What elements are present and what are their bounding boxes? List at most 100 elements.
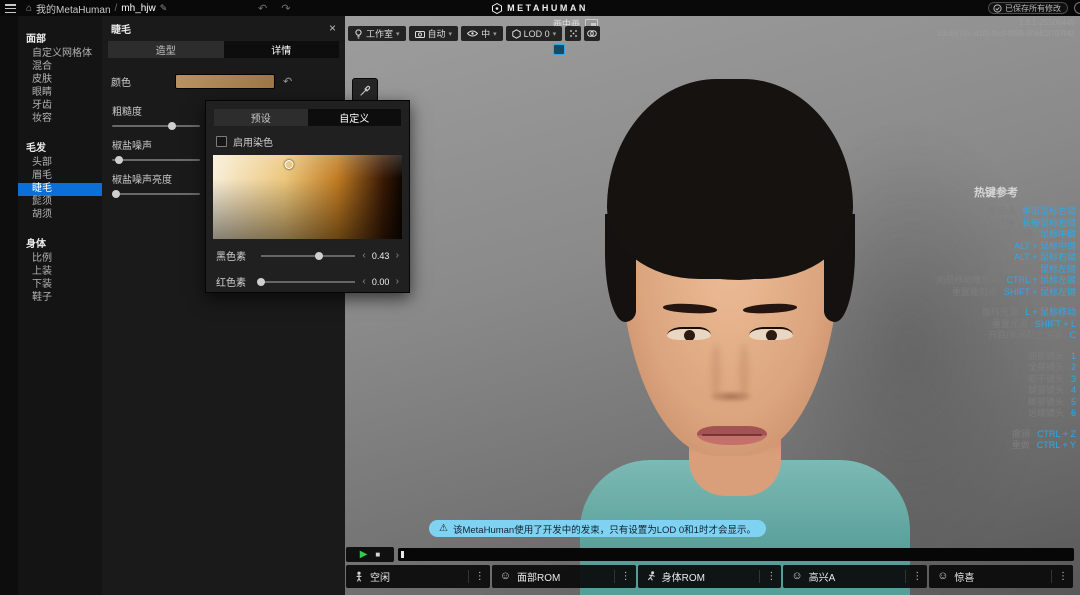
hotkey-row: 移动雕刻点鼠标左键 [841,264,1076,276]
corner-account-icon[interactable] [1074,2,1080,14]
play-button[interactable]: ▶ [360,550,368,560]
slider-handle[interactable] [115,156,123,164]
nostril-shading [708,390,754,403]
clip-surprise[interactable]: ☺ 惊喜 ⋮ [929,565,1073,588]
home-icon[interactable]: ⌂ [26,3,32,14]
redo-button[interactable]: ↷ [281,2,290,15]
hotkey-row: 躯干镜头3 [841,374,1076,386]
breadcrumb-root[interactable]: 我的MetaHuman [36,1,110,16]
close-icon[interactable]: × [329,23,336,33]
tab-custom[interactable]: 自定义 [308,109,402,126]
hotkey-value: L + 鼠标移动 [1025,307,1076,319]
person-icon [354,571,364,582]
panel-title: 睫毛 [111,21,329,36]
slider-track[interactable] [112,125,200,127]
picker-slider-handle[interactable] [315,252,323,260]
stepper-decrease-icon[interactable]: ‹ [362,276,365,287]
clip-menu-icon[interactable]: ⋮ [621,571,631,582]
clip-menu-icon[interactable]: ⋮ [475,571,485,582]
clip-face-rom[interactable]: ☺ 面部ROM ⋮ [492,565,636,588]
timeline-scrubber[interactable] [398,548,1074,561]
sidebar-item[interactable]: 胡须 [18,209,102,222]
hotkey-value: 5 [1071,397,1076,409]
clip-body-rom[interactable]: 身体ROM ⋮ [638,565,782,588]
breadcrumb-separator: / [115,3,118,14]
sculpt-tool-button[interactable] [565,26,581,41]
clip-menu-icon[interactable]: ⋮ [1058,571,1068,582]
playhead[interactable] [401,551,404,558]
lod-label: LOD 0 [524,29,550,39]
hotkey-value: 4 [1071,385,1076,397]
hotkey-label: 撤销 [1012,429,1030,441]
stop-button[interactable]: ■ [375,551,380,559]
build-id: 33c6670c-a1f5-fbcf-6f88-80a61f707f42 [937,28,1075,39]
quality-medium-button[interactable]: 中 ▾ [461,26,503,41]
color-reset-icon[interactable]: ↶ [283,75,292,88]
sidebar-item[interactable]: 髭须 [18,196,102,209]
enable-dye-row: 启用染色 [216,134,399,149]
clip-idle[interactable]: 空闲 ⋮ [346,565,490,588]
tab-presets[interactable]: 预设 [214,109,308,126]
slider-handle[interactable] [112,190,120,198]
sidebar-item[interactable]: 自定义网格体 [18,48,102,61]
tab-details[interactable]: 详情 [224,41,340,58]
clip-menu-icon[interactable]: ⋮ [766,571,776,582]
sidebar-item[interactable]: 妆容 [18,113,102,126]
sidebar-item[interactable]: 眉毛 [18,170,102,183]
rename-icon[interactable]: ✎ [160,3,168,14]
picker-slider-track[interactable] [261,255,355,257]
hotkey-row: 平移ALT + 鼠标中键 [841,241,1076,253]
stepper-decrease-icon[interactable]: ‹ [362,250,365,261]
sidebar-item[interactable]: 下装 [18,279,102,292]
gradient-cursor[interactable] [284,160,293,169]
picker-slider-track[interactable] [261,281,355,283]
sidebar-item[interactable]: 眼睛 [18,87,102,100]
stepper-value: 0.43 [370,251,392,261]
hotkey-label: 重置光源 [992,319,1028,331]
undo-button[interactable]: ↶ [258,2,267,15]
active-tool-indicator[interactable] [553,44,565,55]
sidebar-item[interactable]: 头部 [18,157,102,170]
sidebar-item[interactable]: 比例 [18,253,102,266]
sidebar-item[interactable]: 鞋子 [18,292,102,305]
hotkey-reference-panel: 热键参考 聚焦点单击鼠标右键环绕长按鼠标右键平移/环绕鼠标中键平移ALT + 鼠… [841,184,1076,461]
blend-tool-button[interactable] [584,26,600,41]
hotkey-value: 6 [1071,408,1076,420]
hotkey-row: 脚部镜头5 [841,397,1076,409]
chevron-down-icon: ▾ [449,30,453,38]
picker-slider-handle[interactable] [257,278,265,286]
color-gradient-area[interactable] [213,155,402,239]
lighting-studio-button[interactable]: 工作室 ▾ [348,26,406,41]
hamburger-menu-icon[interactable] [5,4,16,13]
divider [759,570,760,583]
slider-track[interactable] [112,159,200,161]
hotkey-row: 远端镜头6 [841,408,1076,420]
color-swatch[interactable] [175,74,275,89]
hotkey-group: 聚焦点单击鼠标右键环绕长按鼠标右键平移/环绕鼠标中键平移ALT + 鼠标中键缩放… [841,206,1076,298]
hotkey-label: 开启/关闭黏土渲染 [988,330,1063,342]
clip-menu-icon[interactable]: ⋮ [912,571,922,582]
hotkey-label: 向前移动雕刻点 [937,275,1000,287]
blend-icon [587,29,597,38]
sidebar-item[interactable]: 上装 [18,266,102,279]
enable-dye-checkbox[interactable] [216,136,227,147]
clip-happy-a[interactable]: ☺ 高兴A ⋮ [783,565,927,588]
sidebar-item[interactable]: 牙齿 [18,100,102,113]
tab-style[interactable]: 造型 [108,41,224,58]
sidebar-item[interactable]: 睫毛 [18,183,102,196]
camera-auto-button[interactable]: 自动 ▾ [409,26,459,41]
sidebar-item[interactable]: 皮肤 [18,74,102,87]
save-status-text: 已保存所有修改 [1005,3,1061,14]
hotkey-value: ALT + 鼠标中键 [1014,241,1076,253]
slider-track[interactable] [112,193,200,195]
slider-handle[interactable] [168,122,176,130]
3d-viewport[interactable]: 画中画 工作室 ▾ 自动 ▾ [345,16,1080,595]
stepper-increase-icon[interactable]: › [396,276,399,287]
iris [766,330,777,340]
lod-button[interactable]: LOD 0 ▾ [506,26,563,41]
save-status-badge[interactable]: 已保存所有修改 [988,2,1068,14]
hotkey-value: 3 [1071,374,1076,386]
stepper-increase-icon[interactable]: › [396,250,399,261]
hotkey-label: 缩放 [989,252,1007,264]
sidebar-item[interactable]: 混合 [18,61,102,74]
